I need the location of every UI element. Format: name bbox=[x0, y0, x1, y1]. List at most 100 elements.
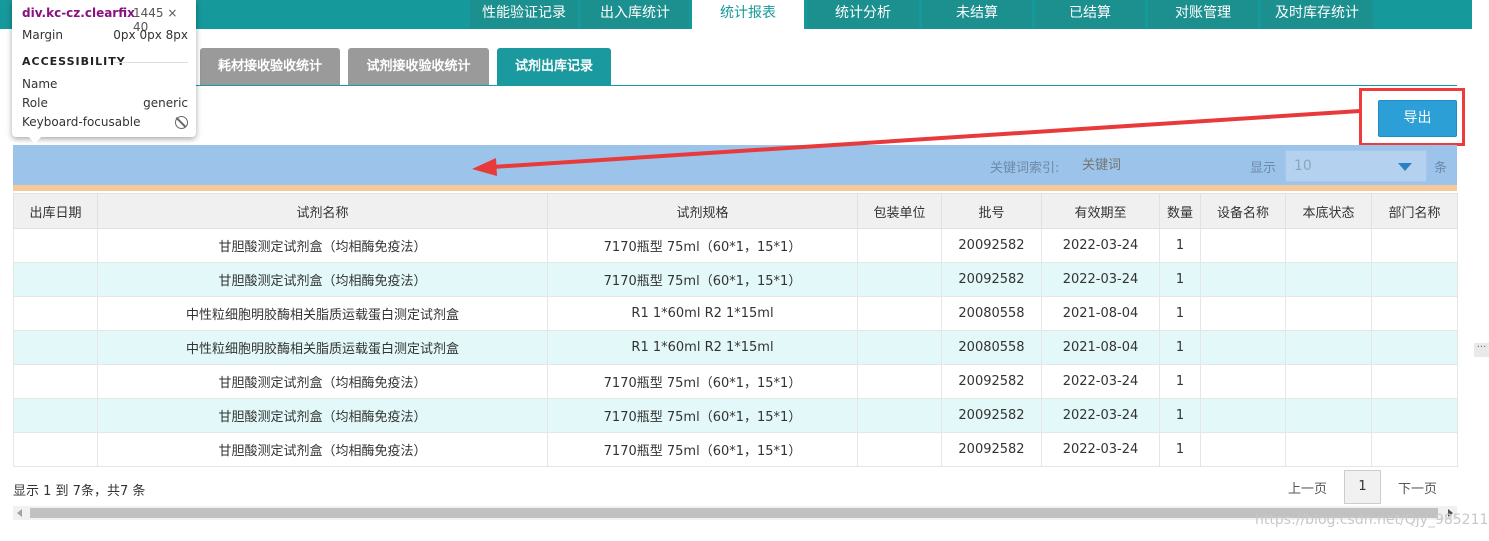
cell-package-unit bbox=[857, 330, 942, 365]
cell-package-unit bbox=[857, 398, 942, 433]
scrollbar-thumb[interactable] bbox=[30, 508, 1438, 518]
col-reagent-spec[interactable]: 试剂规格 bbox=[547, 193, 858, 229]
horizontal-scrollbar[interactable] bbox=[13, 506, 1457, 520]
cell-batch-no: 20092582 bbox=[941, 398, 1042, 433]
outbound-records-table: 出库日期 试剂名称 试剂规格 包装单位 批号 有效期至 数量 设备名称 本底状态… bbox=[13, 193, 1458, 467]
table-header-row: 出库日期 试剂名称 试剂规格 包装单位 批号 有效期至 数量 设备名称 本底状态… bbox=[13, 193, 1458, 229]
col-outbound-date[interactable]: 出库日期 bbox=[13, 193, 98, 229]
tooltip-focus-row: Keyboard-focusable bbox=[22, 115, 188, 129]
cell-reagent-name: 甘胆酸测定试剂盒（均相酶免疫法） bbox=[97, 228, 548, 263]
tooltip-margin-value: 0px 0px 8px bbox=[113, 28, 188, 42]
table-row[interactable]: 中性粒细胞明胶酶相关脂质运载蛋白测定试剂盒 R1 1*60ml R2 1*15m… bbox=[13, 330, 1458, 365]
cell-expiry: 2022-03-24 bbox=[1041, 432, 1160, 467]
tooltip-focus-label: Keyboard-focusable bbox=[22, 115, 141, 129]
cell-outbound-date bbox=[13, 228, 98, 263]
table-row[interactable]: 甘胆酸测定试剂盒（均相酶免疫法） 7170瓶型 75ml（60*1，15*1） … bbox=[13, 398, 1458, 433]
cell-batch-no: 20092582 bbox=[941, 262, 1042, 297]
cell-background-status bbox=[1285, 330, 1372, 365]
cell-quantity: 1 bbox=[1159, 228, 1201, 263]
cell-package-unit bbox=[857, 262, 942, 297]
table-row[interactable]: 中性粒细胞明胶酶相关脂质运载蛋白测定试剂盒 R1 1*60ml R2 1*15m… bbox=[13, 296, 1458, 331]
cell-reagent-spec: 7170瓶型 75ml（60*1，15*1） bbox=[547, 432, 858, 467]
more-dots-icon[interactable]: ··· bbox=[1474, 343, 1489, 357]
cell-outbound-date bbox=[13, 296, 98, 331]
col-package-unit[interactable]: 包装单位 bbox=[857, 193, 942, 229]
cell-expiry: 2022-03-24 bbox=[1041, 228, 1160, 263]
cell-quantity: 1 bbox=[1159, 398, 1201, 433]
cell-reagent-name: 甘胆酸测定试剂盒（均相酶免疫法） bbox=[97, 364, 548, 399]
cell-department bbox=[1371, 330, 1458, 365]
cell-reagent-name: 中性粒细胞明胶酶相关脂质运载蛋白测定试剂盒 bbox=[97, 296, 548, 331]
table-row[interactable]: 甘胆酸测定试剂盒（均相酶免疫法） 7170瓶型 75ml（60*1，15*1） … bbox=[13, 262, 1458, 297]
tooltip-name-label: Name bbox=[22, 77, 58, 91]
tooltip-role-label: Role bbox=[22, 96, 48, 110]
table-row[interactable]: 甘胆酸测定试剂盒（均相酶免疫法） 7170瓶型 75ml（60*1，15*1） … bbox=[13, 432, 1458, 467]
cell-department bbox=[1371, 398, 1458, 433]
cell-reagent-name: 甘胆酸测定试剂盒（均相酶免疫法） bbox=[97, 398, 548, 433]
watermark: https://blog.csdn.net/Qjy_985211 bbox=[1255, 512, 1489, 528]
cell-quantity: 1 bbox=[1159, 262, 1201, 297]
cell-background-status bbox=[1285, 262, 1372, 297]
cell-device-name bbox=[1200, 364, 1286, 399]
cell-outbound-date bbox=[13, 432, 98, 467]
next-page-button[interactable]: 下一页 bbox=[1390, 478, 1445, 497]
cell-package-unit bbox=[857, 364, 942, 399]
prev-page-button[interactable]: 上一页 bbox=[1280, 478, 1335, 497]
cell-device-name bbox=[1200, 262, 1286, 297]
pagination-summary: 显示 1 到 7条，共7 条 bbox=[13, 484, 146, 499]
cell-quantity: 1 bbox=[1159, 364, 1201, 399]
cell-background-status bbox=[1285, 398, 1372, 433]
cell-reagent-name: 中性粒细胞明胶酶相关脂质运载蛋白测定试剂盒 bbox=[97, 330, 548, 365]
cell-expiry: 2021-08-04 bbox=[1041, 330, 1160, 365]
cell-expiry: 2022-03-24 bbox=[1041, 262, 1160, 297]
cell-department bbox=[1371, 364, 1458, 399]
cell-batch-no: 20092582 bbox=[941, 364, 1042, 399]
tooltip-name-row: Name bbox=[22, 77, 188, 91]
cell-device-name bbox=[1200, 432, 1286, 467]
cell-background-status bbox=[1285, 432, 1372, 467]
cell-batch-no: 20092582 bbox=[941, 432, 1042, 467]
cell-device-name bbox=[1200, 398, 1286, 433]
cell-reagent-spec: 7170瓶型 75ml（60*1，15*1） bbox=[547, 228, 858, 263]
tooltip-section-title: ACCESSIBILITY bbox=[22, 55, 126, 68]
col-reagent-name[interactable]: 试剂名称 bbox=[97, 193, 548, 229]
cell-quantity: 1 bbox=[1159, 432, 1201, 467]
cell-quantity: 1 bbox=[1159, 296, 1201, 331]
prohibited-icon bbox=[175, 116, 188, 129]
col-quantity[interactable]: 数量 bbox=[1159, 193, 1201, 229]
cell-device-name bbox=[1200, 228, 1286, 263]
table-row[interactable]: 甘胆酸测定试剂盒（均相酶免疫法） 7170瓶型 75ml（60*1，15*1） … bbox=[13, 364, 1458, 399]
table-row[interactable]: 甘胆酸测定试剂盒（均相酶免疫法） 7170瓶型 75ml（60*1，15*1） … bbox=[13, 228, 1458, 263]
cell-background-status bbox=[1285, 296, 1372, 331]
pagination: 上一页 1 下一页 bbox=[1280, 470, 1445, 504]
col-department[interactable]: 部门名称 bbox=[1371, 193, 1458, 229]
arrow-head bbox=[472, 158, 497, 176]
cell-department bbox=[1371, 432, 1458, 467]
cell-department bbox=[1371, 262, 1458, 297]
cell-reagent-spec: R1 1*60ml R2 1*15ml bbox=[547, 330, 858, 365]
cell-outbound-date bbox=[13, 330, 98, 365]
col-expiry[interactable]: 有效期至 bbox=[1041, 193, 1160, 229]
col-batch-no[interactable]: 批号 bbox=[941, 193, 1042, 229]
cell-outbound-date bbox=[13, 262, 98, 297]
tooltip-role-value: generic bbox=[143, 96, 188, 110]
cell-batch-no: 20092582 bbox=[941, 228, 1042, 263]
cell-department bbox=[1371, 296, 1458, 331]
col-device-name[interactable]: 设备名称 bbox=[1200, 193, 1286, 229]
cell-reagent-spec: R1 1*60ml R2 1*15ml bbox=[547, 296, 858, 331]
cell-reagent-name: 甘胆酸测定试剂盒（均相酶免疫法） bbox=[97, 262, 548, 297]
tooltip-margin-label: Margin bbox=[22, 28, 63, 42]
cell-background-status bbox=[1285, 228, 1372, 263]
tooltip-role-row: Role generic bbox=[22, 96, 188, 110]
cell-department bbox=[1371, 228, 1458, 263]
cell-expiry: 2021-08-04 bbox=[1041, 296, 1160, 331]
current-page-button[interactable]: 1 bbox=[1344, 470, 1382, 504]
scroll-left-icon[interactable] bbox=[17, 509, 22, 517]
arrow-shaft bbox=[491, 109, 1361, 169]
cell-quantity: 1 bbox=[1159, 330, 1201, 365]
cell-reagent-spec: 7170瓶型 75ml（60*1，15*1） bbox=[547, 398, 858, 433]
col-background-status[interactable]: 本底状态 bbox=[1285, 193, 1372, 229]
cell-background-status bbox=[1285, 364, 1372, 399]
cell-batch-no: 20080558 bbox=[941, 296, 1042, 331]
cell-expiry: 2022-03-24 bbox=[1041, 398, 1160, 433]
